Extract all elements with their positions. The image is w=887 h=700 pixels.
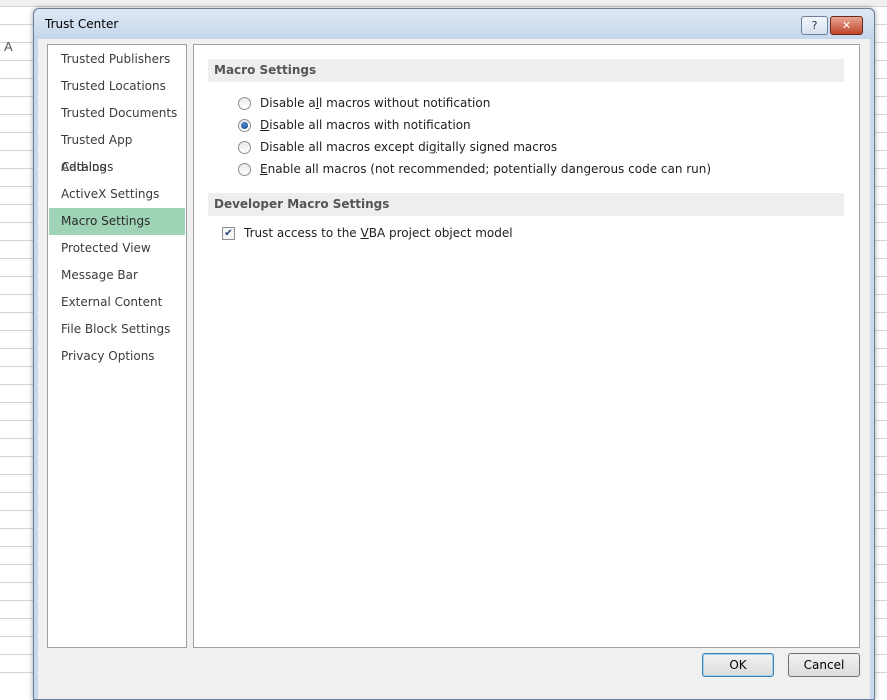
help-icon: ?	[811, 19, 818, 32]
settings-panel: Macro Settings Disable all macros withou…	[193, 44, 860, 648]
sidebar-item-protected-view[interactable]: Protected View	[49, 235, 185, 262]
macro-option-radio[interactable]	[238, 96, 251, 110]
trust-center-dialog: Trust Center ? ✕ Trusted Publishers Trust…	[33, 8, 875, 700]
ok-button[interactable]: OK	[702, 653, 774, 677]
macro-option-radio[interactable]	[238, 118, 251, 132]
sidebar-item-trusted-locations[interactable]: Trusted Locations	[49, 73, 185, 100]
macro-option-label: Disable all macros with notification	[260, 118, 471, 132]
sidebar-item-trusted-publishers[interactable]: Trusted Publishers	[49, 46, 185, 73]
dialog-title: Trust Center	[45, 17, 119, 31]
macro-option-label: Enable all macros (not recommended; pote…	[260, 162, 712, 176]
macro-option-row[interactable]: Disable all macros without notification	[238, 94, 490, 112]
sidebar-item-add-ins[interactable]: Add-ins	[49, 154, 185, 181]
macro-option-row[interactable]: Disable all macros with notification	[238, 116, 471, 134]
macro-settings-header: Macro Settings	[208, 59, 844, 82]
sidebar-item-trusted-app-catalogs[interactable]: Trusted App Catalogs	[49, 127, 185, 174]
sidebar-item-message-bar[interactable]: Message Bar	[49, 262, 185, 289]
dialog-titlebar[interactable]: Trust Center ? ✕	[34, 9, 874, 39]
sidebar-item-file-block-settings[interactable]: File Block Settings	[49, 316, 185, 343]
macro-option-label: Disable all macros except digitally sign…	[260, 140, 558, 154]
trust-vba-checkbox-row[interactable]: ✔ Trust access to the VBA project object…	[222, 224, 513, 242]
trust-vba-label: Trust access to the VBA project object m…	[244, 226, 513, 240]
background-toolbar	[0, 0, 887, 6]
sidebar-item-privacy-options[interactable]: Privacy Options	[49, 343, 185, 370]
macro-option-radio[interactable]	[238, 140, 251, 154]
sidebar-item-external-content[interactable]: External Content	[49, 289, 185, 316]
dialog-client: Trusted Publishers Trusted Locations Trust…	[38, 39, 870, 699]
close-icon: ✕	[841, 19, 852, 32]
sidebar-item-trusted-documents[interactable]: Trusted Documents	[49, 100, 185, 127]
trust-vba-checkbox[interactable]: ✔	[222, 226, 235, 240]
help-button[interactable]: ?	[801, 16, 828, 35]
macro-option-row[interactable]: Enable all macros (not recommended; pote…	[238, 160, 711, 178]
developer-macro-settings-header: Developer Macro Settings	[208, 193, 844, 216]
sidebar-item-activex-settings[interactable]: ActiveX Settings	[49, 181, 185, 208]
column-header-a: A	[4, 39, 13, 54]
close-button[interactable]: ✕	[830, 16, 863, 35]
cancel-button[interactable]: Cancel	[788, 653, 860, 677]
sidebar-item-macro-settings[interactable]: Macro Settings	[49, 208, 185, 235]
macro-option-label: Disable all macros without notification	[260, 96, 491, 110]
macro-option-radio[interactable]	[238, 162, 251, 176]
sidebar-nav: Trusted Publishers Trusted Locations Trust…	[47, 44, 187, 648]
macro-option-row[interactable]: Disable all macros except digitally sign…	[238, 138, 557, 156]
